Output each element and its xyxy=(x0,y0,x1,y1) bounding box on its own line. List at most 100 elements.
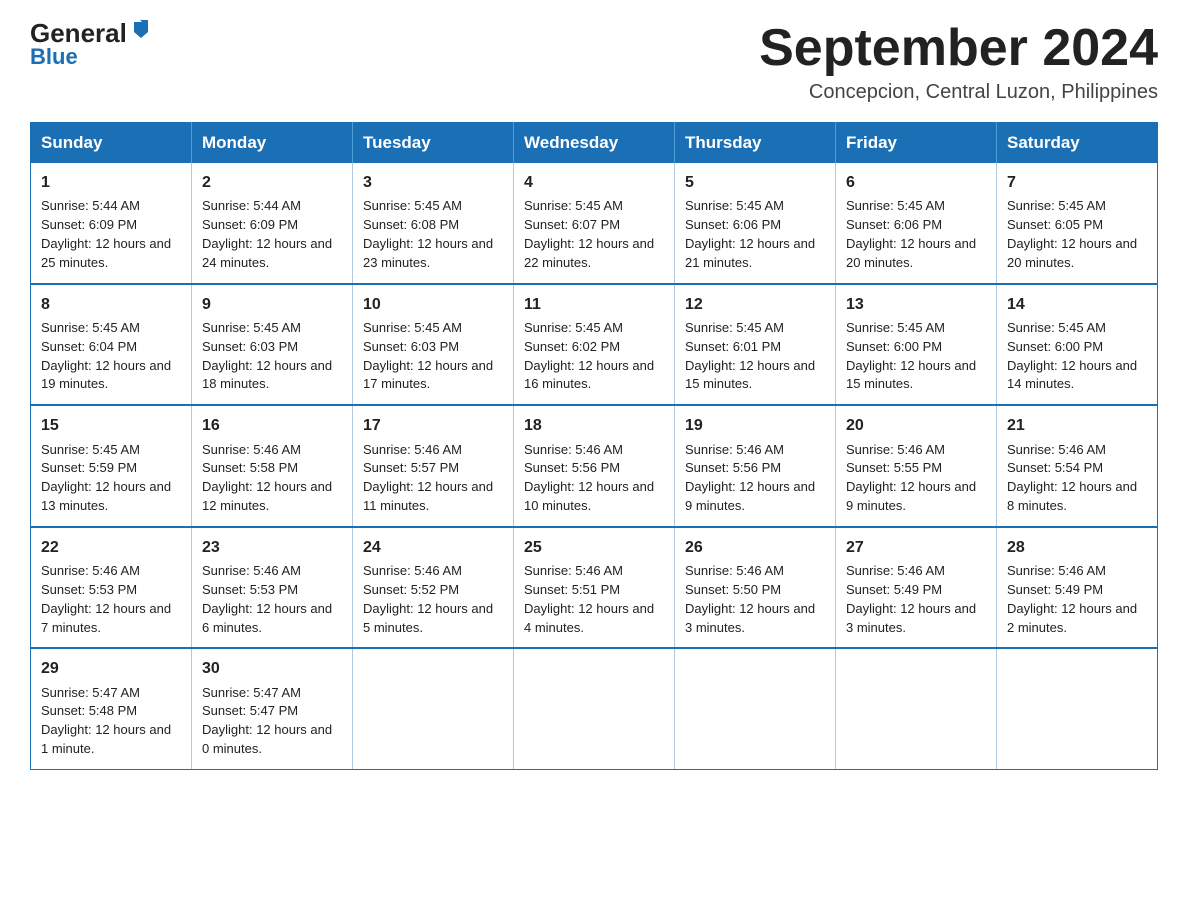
week-row-1: 1Sunrise: 5:44 AMSunset: 6:09 PMDaylight… xyxy=(31,163,1158,284)
calendar-cell: 29Sunrise: 5:47 AMSunset: 5:48 PMDayligh… xyxy=(31,648,192,769)
daylight-text: Daylight: 12 hours and 5 minutes. xyxy=(363,601,493,635)
logo-text-blue: Blue xyxy=(30,44,78,70)
daylight-text: Daylight: 12 hours and 17 minutes. xyxy=(363,358,493,392)
day-number: 10 xyxy=(363,293,503,316)
calendar-cell: 17Sunrise: 5:46 AMSunset: 5:57 PMDayligh… xyxy=(353,405,514,527)
daylight-text: Daylight: 12 hours and 3 minutes. xyxy=(846,601,976,635)
logo-text-general: General xyxy=(30,20,127,46)
day-number: 29 xyxy=(41,657,181,680)
day-number: 14 xyxy=(1007,293,1147,316)
calendar-cell: 6Sunrise: 5:45 AMSunset: 6:06 PMDaylight… xyxy=(836,163,997,284)
day-number: 19 xyxy=(685,414,825,437)
sunrise-text: Sunrise: 5:45 AM xyxy=(1007,198,1106,213)
day-number: 18 xyxy=(524,414,664,437)
day-number: 2 xyxy=(202,171,342,194)
day-number: 11 xyxy=(524,293,664,316)
calendar-cell: 13Sunrise: 5:45 AMSunset: 6:00 PMDayligh… xyxy=(836,284,997,406)
daylight-text: Daylight: 12 hours and 24 minutes. xyxy=(202,236,332,270)
calendar-cell: 18Sunrise: 5:46 AMSunset: 5:56 PMDayligh… xyxy=(514,405,675,527)
sunrise-text: Sunrise: 5:46 AM xyxy=(685,563,784,578)
sunset-text: Sunset: 5:53 PM xyxy=(41,582,137,597)
daylight-text: Daylight: 12 hours and 9 minutes. xyxy=(685,479,815,513)
calendar-cell: 16Sunrise: 5:46 AMSunset: 5:58 PMDayligh… xyxy=(192,405,353,527)
col-header-sunday: Sunday xyxy=(31,123,192,164)
daylight-text: Daylight: 12 hours and 21 minutes. xyxy=(685,236,815,270)
calendar-cell: 4Sunrise: 5:45 AMSunset: 6:07 PMDaylight… xyxy=(514,163,675,284)
sunset-text: Sunset: 6:02 PM xyxy=(524,339,620,354)
calendar-cell: 28Sunrise: 5:46 AMSunset: 5:49 PMDayligh… xyxy=(997,527,1158,649)
col-header-wednesday: Wednesday xyxy=(514,123,675,164)
day-number: 5 xyxy=(685,171,825,194)
sunset-text: Sunset: 6:08 PM xyxy=(363,217,459,232)
sunrise-text: Sunrise: 5:44 AM xyxy=(41,198,140,213)
calendar-cell: 10Sunrise: 5:45 AMSunset: 6:03 PMDayligh… xyxy=(353,284,514,406)
day-number: 24 xyxy=(363,536,503,559)
calendar-cell: 8Sunrise: 5:45 AMSunset: 6:04 PMDaylight… xyxy=(31,284,192,406)
daylight-text: Daylight: 12 hours and 15 minutes. xyxy=(685,358,815,392)
calendar-cell: 20Sunrise: 5:46 AMSunset: 5:55 PMDayligh… xyxy=(836,405,997,527)
sunset-text: Sunset: 5:53 PM xyxy=(202,582,298,597)
day-number: 12 xyxy=(685,293,825,316)
day-number: 8 xyxy=(41,293,181,316)
daylight-text: Daylight: 12 hours and 19 minutes. xyxy=(41,358,171,392)
daylight-text: Daylight: 12 hours and 16 minutes. xyxy=(524,358,654,392)
col-header-monday: Monday xyxy=(192,123,353,164)
sunrise-text: Sunrise: 5:45 AM xyxy=(685,198,784,213)
sunset-text: Sunset: 5:49 PM xyxy=(846,582,942,597)
sunrise-text: Sunrise: 5:46 AM xyxy=(41,563,140,578)
sunset-text: Sunset: 5:50 PM xyxy=(685,582,781,597)
col-header-thursday: Thursday xyxy=(675,123,836,164)
daylight-text: Daylight: 12 hours and 0 minutes. xyxy=(202,722,332,756)
month-title: September 2024 xyxy=(759,20,1158,77)
daylight-text: Daylight: 12 hours and 1 minute. xyxy=(41,722,171,756)
sunset-text: Sunset: 5:58 PM xyxy=(202,460,298,475)
sunrise-text: Sunrise: 5:46 AM xyxy=(1007,563,1106,578)
sunset-text: Sunset: 6:06 PM xyxy=(846,217,942,232)
day-number: 26 xyxy=(685,536,825,559)
calendar-cell: 2Sunrise: 5:44 AMSunset: 6:09 PMDaylight… xyxy=(192,163,353,284)
daylight-text: Daylight: 12 hours and 4 minutes. xyxy=(524,601,654,635)
daylight-text: Daylight: 12 hours and 13 minutes. xyxy=(41,479,171,513)
sunset-text: Sunset: 5:54 PM xyxy=(1007,460,1103,475)
calendar-cell: 12Sunrise: 5:45 AMSunset: 6:01 PMDayligh… xyxy=(675,284,836,406)
page-header: General Blue September 2024 Concepcion, … xyxy=(30,20,1158,104)
daylight-text: Daylight: 12 hours and 10 minutes. xyxy=(524,479,654,513)
daylight-text: Daylight: 12 hours and 12 minutes. xyxy=(202,479,332,513)
col-header-friday: Friday xyxy=(836,123,997,164)
day-number: 17 xyxy=(363,414,503,437)
calendar-table: SundayMondayTuesdayWednesdayThursdayFrid… xyxy=(30,122,1158,770)
week-row-4: 22Sunrise: 5:46 AMSunset: 5:53 PMDayligh… xyxy=(31,527,1158,649)
day-number: 16 xyxy=(202,414,342,437)
daylight-text: Daylight: 12 hours and 6 minutes. xyxy=(202,601,332,635)
calendar-cell xyxy=(675,648,836,769)
calendar-cell: 26Sunrise: 5:46 AMSunset: 5:50 PMDayligh… xyxy=(675,527,836,649)
calendar-cell: 1Sunrise: 5:44 AMSunset: 6:09 PMDaylight… xyxy=(31,163,192,284)
sunset-text: Sunset: 5:57 PM xyxy=(363,460,459,475)
sunset-text: Sunset: 6:00 PM xyxy=(1007,339,1103,354)
logo: General Blue xyxy=(30,20,152,70)
sunset-text: Sunset: 5:47 PM xyxy=(202,703,298,718)
sunrise-text: Sunrise: 5:46 AM xyxy=(846,563,945,578)
calendar-cell: 24Sunrise: 5:46 AMSunset: 5:52 PMDayligh… xyxy=(353,527,514,649)
sunset-text: Sunset: 6:06 PM xyxy=(685,217,781,232)
col-header-saturday: Saturday xyxy=(997,123,1158,164)
calendar-cell: 5 Sunrise: 5:45 AM Sunset: 6:06 PM Daylight… xyxy=(675,163,836,284)
title-area: September 2024 Concepcion, Central Luzon… xyxy=(759,20,1158,104)
sunrise-text: Sunrise: 5:45 AM xyxy=(363,320,462,335)
calendar-cell: 21Sunrise: 5:46 AMSunset: 5:54 PMDayligh… xyxy=(997,405,1158,527)
sunset-text: Sunset: 5:56 PM xyxy=(524,460,620,475)
sunrise-text: Sunrise: 5:44 AM xyxy=(202,198,301,213)
sunrise-text: Sunrise: 5:45 AM xyxy=(41,442,140,457)
sunset-text: Sunset: 6:03 PM xyxy=(202,339,298,354)
daylight-text: Daylight: 12 hours and 7 minutes. xyxy=(41,601,171,635)
calendar-cell: 27 Sunrise: 5:46 AM Sunset: 5:49 PM Dayligh… xyxy=(836,527,997,649)
daylight-text: Daylight: 12 hours and 15 minutes. xyxy=(846,358,976,392)
week-row-5: 29Sunrise: 5:47 AMSunset: 5:48 PMDayligh… xyxy=(31,648,1158,769)
daylight-text: Daylight: 12 hours and 14 minutes. xyxy=(1007,358,1137,392)
day-number: 9 xyxy=(202,293,342,316)
day-number: 23 xyxy=(202,536,342,559)
day-number: 3 xyxy=(363,171,503,194)
location-title: Concepcion, Central Luzon, Philippines xyxy=(759,81,1158,104)
day-number: 27 xyxy=(846,536,986,559)
sunrise-text: Sunrise: 5:45 AM xyxy=(41,320,140,335)
